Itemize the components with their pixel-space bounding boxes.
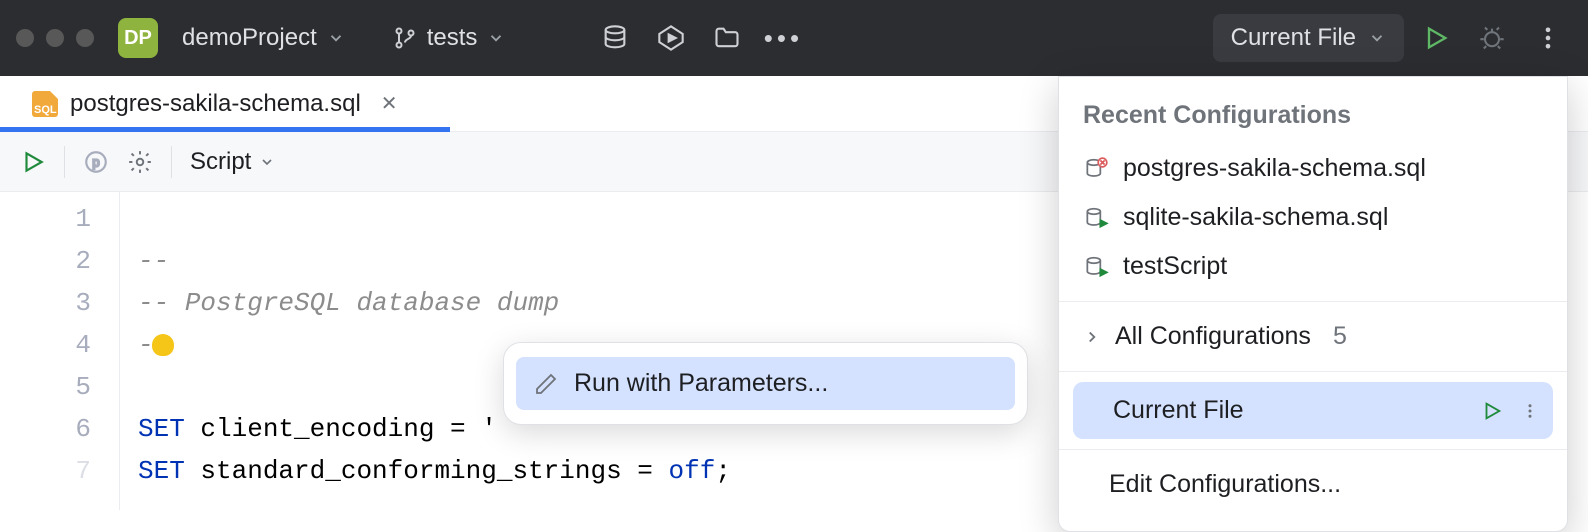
- divider: [1059, 371, 1567, 372]
- code-line: --: [138, 246, 169, 276]
- edit-configs-label: Edit Configurations...: [1109, 470, 1341, 499]
- all-configs-label: All Configurations: [1115, 322, 1311, 351]
- pencil-icon: [534, 372, 558, 396]
- intention-bulb-icon[interactable]: [152, 334, 174, 356]
- run-configurations-dropdown: Recent Configurations postgres-sakila-sc…: [1058, 76, 1568, 532]
- branch-name: tests: [427, 24, 478, 52]
- chevron-down-icon: [1368, 29, 1386, 47]
- window-close[interactable]: [16, 29, 34, 47]
- project-selector[interactable]: demoProject: [172, 18, 355, 58]
- more-horizontal-icon: •••: [764, 23, 803, 54]
- tab-filename: postgres-sakila-schema.sql: [70, 90, 361, 118]
- bug-icon: [1478, 24, 1506, 52]
- configs-count: 5: [1333, 322, 1347, 351]
- play-icon[interactable]: [1481, 400, 1503, 422]
- debug-button[interactable]: [1468, 14, 1516, 62]
- code-line: SET client_encoding = ': [138, 414, 497, 444]
- run-with-parameters-item[interactable]: Run with Parameters...: [516, 357, 1015, 410]
- line-number: 7: [0, 450, 91, 492]
- services-tool-button[interactable]: [647, 14, 695, 62]
- more-vertical-icon: [1534, 24, 1562, 52]
- divider: [64, 146, 65, 178]
- vcs-branch-icon: [393, 26, 417, 50]
- run-configuration-selector[interactable]: Current File: [1213, 14, 1404, 62]
- folder-icon: [713, 24, 741, 52]
- code-line: [138, 372, 154, 402]
- line-number: 4: [0, 324, 91, 366]
- run-button[interactable]: [1412, 14, 1460, 62]
- window-minimize[interactable]: [46, 29, 64, 47]
- code-line: -: [138, 330, 174, 360]
- config-name: postgres-sakila-schema.sql: [1123, 154, 1543, 183]
- context-menu-popup: Run with Parameters...: [503, 342, 1028, 425]
- chevron-down-icon: [259, 154, 275, 170]
- line-number: 1: [0, 198, 91, 240]
- window-controls: [16, 29, 94, 47]
- recent-config-item[interactable]: sqlite-sakila-schema.sql: [1059, 193, 1567, 242]
- active-tab-indicator: [0, 127, 450, 132]
- chevron-down-icon: [487, 29, 505, 47]
- line-gutter: 1 2 3 4 5 6 7: [0, 192, 120, 510]
- svg-text:p: p: [92, 154, 99, 169]
- config-name: sqlite-sakila-schema.sql: [1123, 203, 1543, 232]
- current-file-item[interactable]: Current File: [1073, 382, 1553, 439]
- more-actions-button[interactable]: [1524, 14, 1572, 62]
- window-maximize[interactable]: [76, 29, 94, 47]
- code-line: -- PostgreSQL database dump: [138, 288, 559, 318]
- line-number: 2: [0, 240, 91, 282]
- menu-item-label: Run with Parameters...: [574, 369, 828, 398]
- line-number: 6: [0, 408, 91, 450]
- close-tab-button[interactable]: ✕: [381, 91, 398, 116]
- recent-config-item[interactable]: postgres-sakila-schema.sql: [1059, 144, 1567, 193]
- play-icon: [1422, 24, 1450, 52]
- dropdown-section-title: Recent Configurations: [1059, 95, 1567, 144]
- main-toolbar: DP demoProject tests ••• Current File: [0, 0, 1588, 76]
- playground-icon[interactable]: p: [83, 149, 109, 175]
- sql-file-icon: SQL: [32, 91, 58, 117]
- line-number: 5: [0, 366, 91, 408]
- database-icon: [601, 24, 629, 52]
- more-tools-button[interactable]: •••: [759, 14, 807, 62]
- database-tool-button[interactable]: [591, 14, 639, 62]
- more-vertical-icon[interactable]: [1521, 402, 1539, 420]
- run-config-label: Current File: [1231, 24, 1356, 52]
- chevron-right-icon: [1083, 328, 1101, 346]
- chevron-down-icon: [327, 29, 345, 47]
- files-tool-button[interactable]: [703, 14, 751, 62]
- all-configurations-item[interactable]: All Configurations 5: [1059, 312, 1567, 361]
- project-badge: DP: [118, 18, 158, 58]
- recent-config-item[interactable]: testScript: [1059, 242, 1567, 291]
- script-mode-selector[interactable]: Script: [190, 148, 275, 176]
- divider: [1059, 301, 1567, 302]
- project-name: demoProject: [182, 24, 317, 52]
- settings-button[interactable]: [127, 149, 153, 175]
- config-name: testScript: [1123, 252, 1543, 281]
- script-label: Script: [190, 148, 251, 176]
- code-line: SET standard_conforming_strings = off;: [138, 456, 731, 486]
- execute-button[interactable]: [20, 149, 46, 175]
- db-script-icon: [1083, 254, 1109, 280]
- editor-tab[interactable]: SQL postgres-sakila-schema.sql ✕: [20, 76, 410, 131]
- branch-selector[interactable]: tests: [383, 18, 516, 58]
- current-file-label: Current File: [1087, 396, 1244, 425]
- divider: [171, 146, 172, 178]
- line-number: 3: [0, 282, 91, 324]
- db-script-icon: [1083, 205, 1109, 231]
- divider: [1059, 449, 1567, 450]
- db-script-icon: [1083, 156, 1109, 182]
- run-services-icon: [657, 24, 685, 52]
- edit-configurations-item[interactable]: Edit Configurations...: [1059, 460, 1567, 509]
